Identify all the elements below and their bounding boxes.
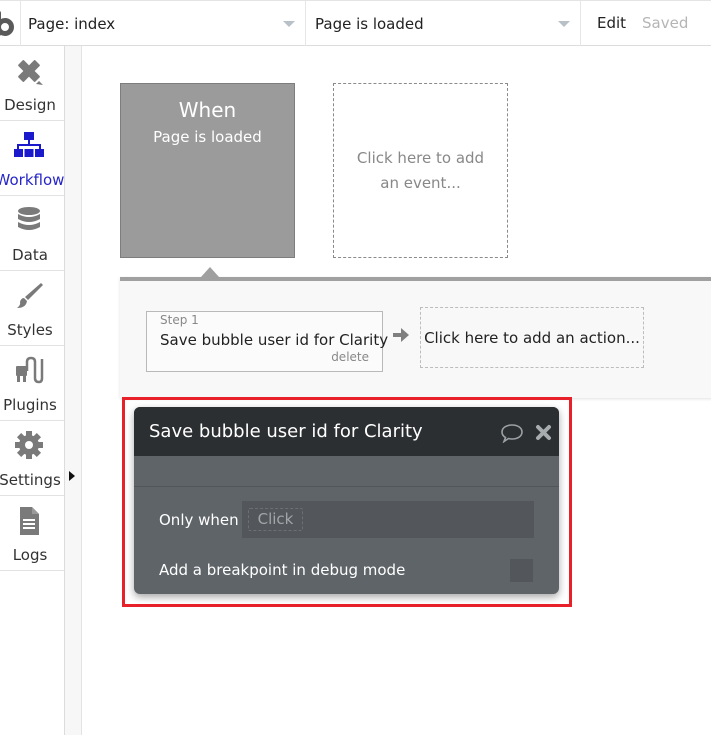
sidebar-item-label: Data [12, 246, 48, 264]
caret-down-icon [283, 21, 295, 27]
only-when-input[interactable]: Click [242, 501, 534, 538]
gear-icon [15, 431, 43, 459]
only-when-label: Only when [159, 511, 239, 529]
comment-bubble-icon[interactable] [500, 423, 524, 443]
add-action-label: Click here to add an action... [424, 328, 640, 347]
design-tools-icon [18, 60, 43, 85]
document-icon [20, 507, 39, 535]
sidebar-item-label: Logs [12, 546, 48, 564]
step-number: Step 1 [160, 313, 199, 327]
caret-right-icon[interactable] [69, 471, 75, 481]
property-editor-title: Save bubble user id for Clarity [149, 421, 423, 442]
sidebar-item-design[interactable]: Design [0, 46, 64, 121]
sidebar-item-plugins[interactable]: Plugins [0, 346, 64, 421]
event-card[interactable]: When Page is loaded [120, 83, 295, 258]
add-event-button[interactable]: Click here to add an event... [333, 83, 508, 258]
property-editor-header: Save bubble user id for Clarity [134, 407, 559, 456]
workflow-tree-icon [14, 132, 44, 157]
add-action-button[interactable]: Click here to add an action... [420, 307, 644, 368]
event-select-value: Page is loaded [315, 14, 424, 33]
sidebar-item-label: Design [4, 96, 56, 114]
save-status: Saved [642, 14, 689, 32]
event-card-title: When [178, 98, 237, 122]
event-card-subtitle: Page is loaded [153, 128, 262, 146]
top-bar: Page: index Page is loaded Edit Saved [0, 0, 711, 46]
bubble-logo-icon[interactable] [0, 9, 20, 39]
sidebar-item-settings[interactable]: Settings [0, 421, 64, 496]
close-icon[interactable] [535, 424, 552, 441]
sidebar-item-logs[interactable]: Logs [0, 496, 64, 571]
breakpoint-label: Add a breakpoint in debug mode [159, 561, 406, 579]
sidebar: Design Workflow Data Styles Plugins Sett… [0, 46, 65, 735]
caret-down-icon [558, 21, 570, 27]
paintbrush-icon [17, 283, 43, 308]
plug-icon [16, 356, 44, 384]
sidebar-gutter [65, 46, 82, 735]
breakpoint-checkbox[interactable] [510, 559, 533, 582]
arrow-right-icon [393, 328, 409, 342]
only-when-placeholder[interactable]: Click [248, 508, 303, 531]
sidebar-item-label: Styles [7, 321, 53, 339]
step-delete-link[interactable]: delete [331, 350, 369, 364]
property-editor: Save bubble user id for Clarity Only whe… [134, 407, 559, 594]
page-select-dropdown[interactable]: Page: index [20, 1, 305, 46]
sidebar-item-label: Plugins [3, 396, 57, 414]
event-select-dropdown[interactable]: Page is loaded [305, 1, 580, 46]
page-select-value: Page: index [28, 14, 116, 33]
sidebar-item-data[interactable]: Data [0, 196, 64, 271]
workflow-editor: Page: index Page is loaded Edit Saved De… [0, 0, 711, 735]
divider [134, 486, 559, 487]
sidebar-item-label: Settings [0, 471, 61, 489]
add-event-label: Click here to add an event... [356, 148, 485, 192]
sidebar-item-workflow[interactable]: Workflow [0, 121, 64, 196]
panel-pointer [201, 267, 219, 277]
step-title: Save bubble user id for Clarity [160, 331, 389, 349]
sidebar-item-styles[interactable]: Styles [0, 271, 64, 346]
step-card[interactable]: Step 1 Save bubble user id for Clarity d… [146, 311, 388, 372]
divider [580, 1, 581, 46]
sidebar-item-label: Workflow [0, 171, 65, 189]
edit-button[interactable]: Edit [597, 14, 626, 32]
database-icon [18, 207, 40, 230]
